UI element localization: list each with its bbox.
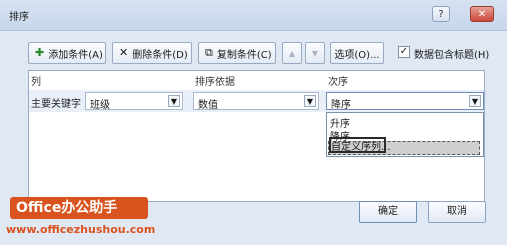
add-level-label: 添加条件(A): [48, 49, 103, 61]
sort-levels-grid: 列 排序依据 次序 主要关键字 班级 ▼ 数值 ▼ 降序 ▼ 升序 降序 自定义…: [28, 70, 485, 202]
header-checkbox[interactable]: ✓: [398, 46, 410, 58]
add-icon: ✚: [35, 46, 45, 59]
options-button[interactable]: 选项(O)...: [330, 42, 384, 64]
sort-on-select-value: 数值: [198, 100, 218, 111]
column-header-sort-on: 排序依据: [195, 77, 235, 88]
sort-dialog: 排序 ? ✕ ✚ 添加条件(A) ✕ 删除条件(D) ⧉ 复制条件(C) ▲ ▼…: [0, 0, 507, 245]
chevron-down-icon: ▼: [168, 95, 180, 107]
order-select-value: 降序: [331, 100, 351, 111]
title-bar: 排序 ? ✕: [0, 0, 507, 31]
chevron-down-icon: ▼: [469, 95, 481, 107]
copy-icon: ⧉: [205, 46, 213, 59]
copy-level-button[interactable]: ⧉ 复制条件(C): [198, 42, 276, 64]
copy-level-label: 复制条件(C): [216, 49, 272, 61]
close-button[interactable]: ✕: [470, 6, 494, 22]
toolbar: ✚ 添加条件(A) ✕ 删除条件(D) ⧉ 复制条件(C) ▲ ▼ 选项(O).…: [0, 42, 507, 66]
delete-level-label: 删除条件(D): [132, 49, 188, 61]
move-up-button[interactable]: ▲: [282, 42, 302, 64]
delete-x-icon: ✕: [119, 46, 129, 59]
cancel-button[interactable]: 取消: [428, 201, 486, 223]
sort-on-select[interactable]: 数值 ▼: [193, 92, 319, 111]
arrow-down-icon: ▼: [311, 48, 319, 58]
help-button[interactable]: ?: [432, 6, 450, 22]
dialog-title: 排序: [9, 12, 29, 23]
order-select[interactable]: 降序 ▼: [326, 92, 484, 111]
add-level-button[interactable]: ✚ 添加条件(A): [28, 42, 106, 64]
delete-level-button[interactable]: ✕ 删除条件(D): [112, 42, 192, 64]
watermark-logo: Office办公助手: [10, 197, 148, 219]
watermark-url: www.officezhushou.com: [6, 223, 156, 236]
primary-key-label: 主要关键字: [31, 99, 81, 110]
column-select[interactable]: 班级 ▼: [85, 92, 183, 111]
arrow-up-icon: ▲: [288, 48, 296, 58]
chevron-down-icon: ▼: [304, 95, 316, 107]
options-label: 选项(O)...: [334, 49, 380, 61]
column-header-column: 列: [31, 77, 41, 88]
column-header-order: 次序: [328, 77, 348, 88]
move-down-button[interactable]: ▼: [305, 42, 325, 64]
ok-button[interactable]: 确定: [359, 201, 417, 223]
column-select-value: 班级: [90, 100, 110, 111]
highlight-box: [329, 137, 386, 153]
header-checkbox-label: 数据包含标题(H): [414, 50, 490, 61]
